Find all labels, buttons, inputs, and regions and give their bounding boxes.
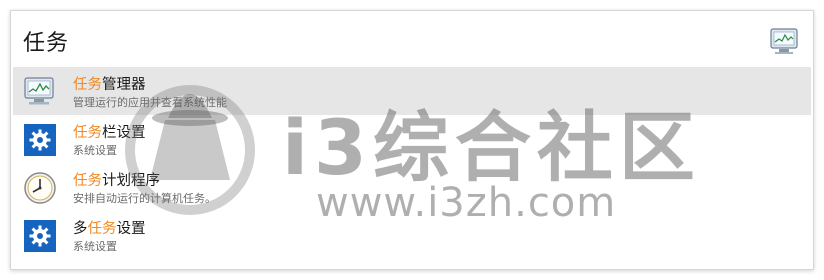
title-text: 设置 — [116, 221, 146, 237]
results-list: 任务管理器 管理运行的应用并查看系统性能 任务栏设置 系统设置 任务计划程序 安… — [13, 67, 811, 259]
result-item[interactable]: 任务管理器 管理运行的应用并查看系统性能 — [13, 67, 811, 115]
task-manager-icon — [23, 75, 57, 109]
title-highlight: 任务 — [73, 125, 102, 141]
result-item[interactable]: 多任务设置 系统设置 — [13, 211, 811, 259]
result-subtitle: 系统设置 — [73, 240, 117, 253]
gear-icon — [23, 219, 57, 253]
result-subtitle: 安排自动运行的计算机任务。 — [73, 192, 216, 205]
title-highlight: 任务 — [73, 77, 102, 93]
title-text: 管理器 — [102, 77, 146, 93]
clock-icon — [23, 171, 57, 205]
result-item[interactable]: 任务栏设置 系统设置 — [13, 115, 811, 163]
title-text: 多 — [73, 221, 88, 237]
search-results-panel: 任务 任务管理器 管理运行的应用并查看系统性能 任务栏设置 系统设置 任务计划程… — [10, 10, 814, 270]
result-subtitle: 管理运行的应用并查看系统性能 — [73, 96, 227, 109]
title-text: 计划程序 — [102, 173, 160, 189]
gear-icon — [23, 123, 57, 157]
title-text: 栏设置 — [102, 125, 146, 141]
result-subtitle: 系统设置 — [73, 144, 117, 157]
title-highlight: 任务 — [73, 173, 102, 189]
result-title: 任务计划程序 — [73, 169, 160, 190]
result-title: 任务管理器 — [73, 73, 146, 94]
result-title: 多任务设置 — [73, 217, 146, 238]
task-manager-icon — [769, 27, 801, 57]
result-item[interactable]: 任务计划程序 安排自动运行的计算机任务。 — [13, 163, 811, 211]
panel-title: 任务 — [23, 31, 70, 56]
title-highlight: 任务 — [87, 221, 117, 237]
result-title: 任务栏设置 — [73, 121, 146, 142]
